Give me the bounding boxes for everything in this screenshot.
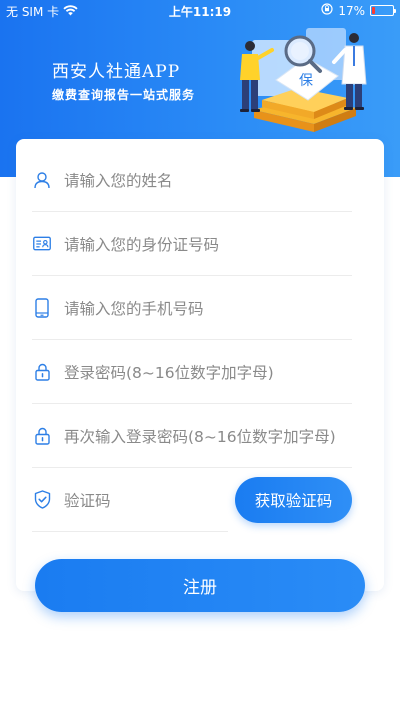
- user-icon: [33, 171, 51, 189]
- battery-icon: [370, 5, 396, 16]
- insurance-illustration: 保: [240, 28, 367, 132]
- shield-check-icon: [33, 490, 51, 509]
- name-field[interactable]: 请输入您的姓名: [32, 148, 352, 212]
- register-button[interactable]: 注册: [35, 559, 365, 612]
- status-bar: 无 SIM 卡 上午11:19 17%: [0, 0, 400, 22]
- lock-icon: [33, 427, 51, 445]
- password-field[interactable]: 登录密码(8~16位数字加字母): [32, 340, 352, 404]
- orientation-lock-icon: [321, 3, 333, 18]
- get-code-button[interactable]: 获取验证码: [235, 477, 352, 523]
- lock-icon: [33, 363, 51, 381]
- status-right: 17%: [321, 3, 396, 18]
- password-input[interactable]: 登录密码(8~16位数字加字母): [64, 361, 351, 383]
- verification-code-field[interactable]: 验证码: [32, 468, 228, 532]
- phone-input[interactable]: 请输入您的手机号码: [64, 297, 351, 319]
- id-number-input[interactable]: 请输入您的身份证号码: [64, 233, 351, 255]
- battery-percent: 17%: [338, 3, 365, 18]
- battery-level-fill: [372, 7, 375, 14]
- confirm-password-field[interactable]: 再次输入登录密码(8~16位数字加字母): [32, 404, 352, 468]
- app-title: 西安人社通APP: [52, 62, 181, 82]
- id-card-icon: [33, 235, 51, 253]
- name-input[interactable]: 请输入您的姓名: [64, 169, 351, 191]
- illustration-stamp-text: 保: [299, 73, 313, 89]
- app-subtitle: 缴费查询报告一站式服务: [52, 88, 196, 102]
- verification-code-input[interactable]: 验证码: [64, 489, 224, 511]
- phone-field[interactable]: 请输入您的手机号码: [32, 276, 352, 340]
- mobile-phone-icon: [33, 297, 51, 318]
- id-card-field[interactable]: 请输入您的身份证号码: [32, 212, 352, 276]
- confirm-password-input[interactable]: 再次输入登录密码(8~16位数字加字母): [64, 425, 351, 447]
